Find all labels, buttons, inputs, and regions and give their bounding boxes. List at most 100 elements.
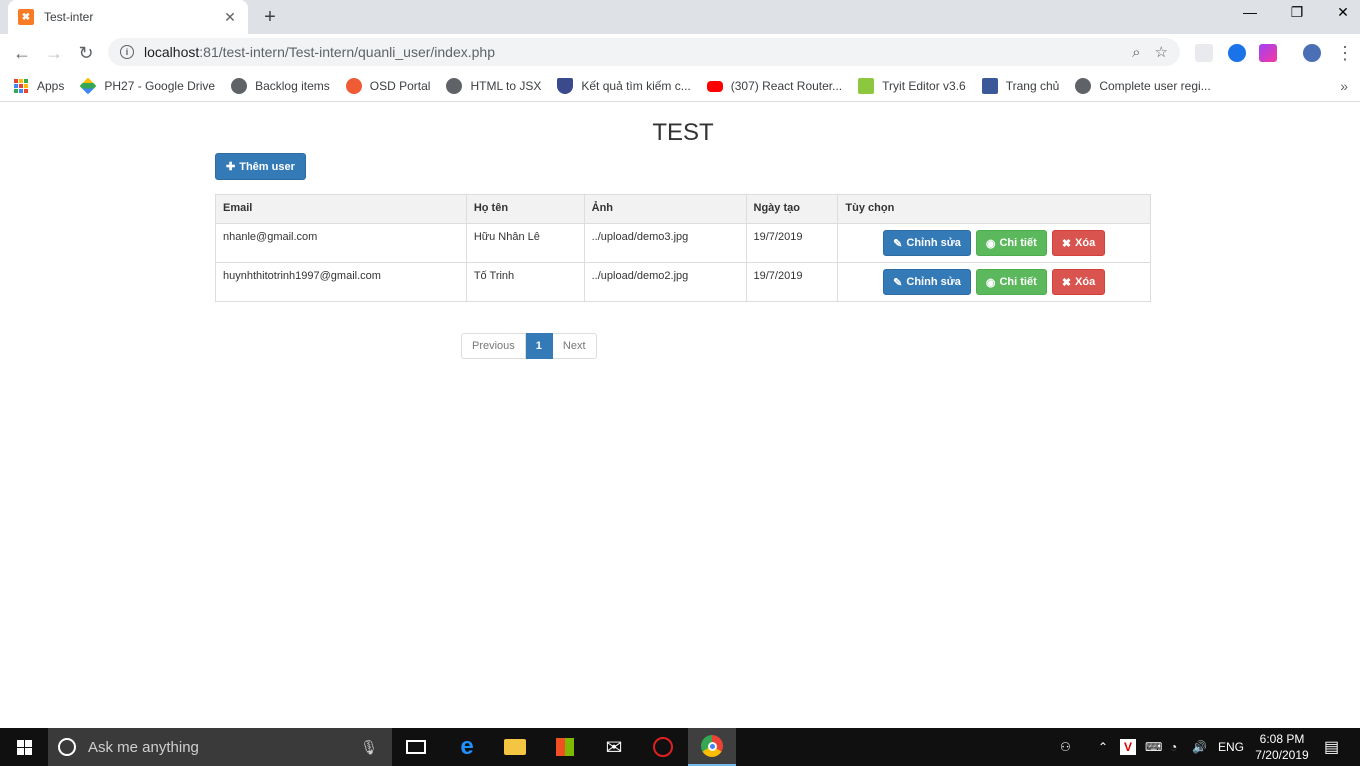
bookmark-google-drive[interactable]: PH27 - Google Drive [79, 77, 215, 95]
extension-globe-icon[interactable] [1228, 44, 1246, 62]
column-header-name: Họ tên [465, 194, 585, 224]
column-header-email: Email [215, 194, 467, 224]
plus-icon: ✚ [226, 161, 236, 173]
bookmark-html-to-jsx[interactable]: HTML to JSX [446, 78, 541, 94]
bookmark-search-results[interactable]: Kết quả tìm kiếm c... [557, 78, 691, 94]
notifications-icon[interactable]: ▤ [1324, 728, 1339, 766]
pagination-next[interactable]: Next [552, 333, 597, 359]
people-icon[interactable]: ⚇ [1060, 728, 1071, 766]
language-indicator[interactable]: ENG [1218, 728, 1244, 766]
reload-icon[interactable]: ↻ [74, 41, 98, 65]
edit-label: Chỉnh sửa [906, 237, 961, 249]
bookmark-star-icon[interactable]: ☆ [1155, 43, 1168, 61]
add-user-label: Thêm user [239, 160, 295, 173]
globe-icon [1075, 78, 1092, 94]
bookmark-label: Apps [37, 79, 65, 93]
volume-icon[interactable]: 🔊 [1192, 728, 1207, 766]
windows-logo-icon [16, 739, 32, 755]
circle-icon [345, 78, 362, 94]
bookmark-label: Trang chủ [1005, 79, 1060, 93]
taskbar-clock[interactable]: 6:08 PM 7/20/2019 [1246, 731, 1318, 763]
chrome-icon[interactable] [688, 728, 736, 766]
new-tab-button[interactable]: + [258, 6, 282, 29]
delete-label: Xóa [1075, 237, 1096, 249]
bookmark-react-router[interactable]: (307) React Router... [706, 79, 842, 93]
edit-button[interactable]: ✎ Chỉnh sửa [883, 230, 971, 256]
users-table: Email Họ tên Ảnh Ngày tạo Tùy chọn nhanl… [215, 194, 1151, 302]
mail-icon[interactable]: ✉ [590, 728, 638, 766]
url-text[interactable]: localhost:81/test-intern/Test-intern/qua… [144, 44, 1118, 60]
minimize-button[interactable]: — [1240, 4, 1260, 20]
close-window-button[interactable]: ✕ [1333, 4, 1353, 21]
edge-icon[interactable]: e [443, 728, 491, 766]
menu-kebab-icon[interactable]: ⋮ [1333, 41, 1357, 65]
cell-actions: ✎ Chỉnh sửa ◉ Chi tiết ✖ Xóa [837, 223, 1151, 263]
chevron-up-icon[interactable]: ⌃ [1098, 728, 1108, 766]
bookmark-complete-user[interactable]: Complete user regi... [1075, 78, 1211, 94]
taskbar-search[interactable]: Ask me anything 🎙 [48, 728, 392, 766]
cell-created: 19/7/2019 [745, 262, 839, 302]
clock-time: 6:08 PM [1259, 732, 1305, 746]
cell-image: ../upload/demo3.jpg [583, 223, 747, 263]
info-icon[interactable]: i [120, 45, 134, 59]
edit-icon: ✎ [893, 237, 903, 250]
url-path: :81/test-intern/Test-intern/quanli_user/… [199, 44, 495, 60]
maximize-button[interactable]: ❐ [1287, 4, 1307, 21]
tab-close-icon[interactable]: ✕ [222, 9, 238, 26]
extension-feather-icon[interactable] [1259, 44, 1277, 62]
cortana-icon [58, 738, 76, 756]
youtube-icon [706, 80, 723, 92]
bookmarks-overflow-icon[interactable]: » [1340, 78, 1348, 94]
page-content: TEST ✚ Thêm user Email Họ tên Ảnh Ngày t… [0, 103, 1360, 728]
detail-label: Chi tiết [999, 237, 1037, 249]
security-app-icon[interactable] [639, 728, 687, 766]
bookmark-label: OSD Portal [369, 79, 431, 93]
facebook-icon [981, 78, 998, 94]
antivirus-icon[interactable]: V [1120, 728, 1136, 766]
bookmark-backlog[interactable]: Backlog items [231, 78, 330, 94]
add-user-button[interactable]: ✚ Thêm user [215, 153, 306, 180]
profile-avatar[interactable] [1303, 44, 1321, 62]
task-view-icon[interactable] [392, 728, 440, 766]
browser-toolbar: ← → ↻ i localhost:81/test-intern/Test-in… [0, 34, 1360, 71]
delete-button[interactable]: ✖ Xóa [1051, 269, 1106, 295]
w3schools-icon [858, 78, 875, 94]
edit-button[interactable]: ✎ Chỉnh sửa [883, 269, 971, 295]
address-bar[interactable]: i localhost:81/test-intern/Test-intern/q… [108, 38, 1180, 66]
extension-icon[interactable] [1195, 44, 1213, 62]
store-icon[interactable] [541, 728, 589, 766]
bookmark-osd-portal[interactable]: OSD Portal [345, 78, 431, 94]
cell-email: huynhthitotrinh1997@gmail.com [215, 262, 467, 302]
globe-icon [231, 78, 248, 94]
detail-button[interactable]: ◉ Chi tiết [975, 230, 1047, 256]
detail-button[interactable]: ◉ Chi tiết [975, 269, 1047, 295]
clock-date: 7/20/2019 [1255, 748, 1309, 762]
column-header-created: Ngày tạo [745, 194, 839, 224]
column-header-options: Tùy chọn [837, 194, 1151, 224]
pagination-previous[interactable]: Previous [461, 333, 526, 359]
url-host: localhost [144, 44, 200, 60]
pagination-page-1[interactable]: 1 [525, 333, 553, 359]
bookmark-tryit-editor[interactable]: Tryit Editor v3.6 [858, 78, 966, 94]
bookmark-label: HTML to JSX [470, 79, 542, 93]
zoom-icon[interactable]: ⌕ [1132, 44, 1140, 61]
browser-tab[interactable]: ✖ Test-inter ✕ [8, 0, 248, 34]
start-button[interactable] [0, 728, 48, 766]
ime-icon[interactable]: ⌨ [1145, 728, 1162, 766]
file-explorer-icon[interactable] [491, 728, 539, 766]
wifi-icon[interactable]: ◔ [1170, 728, 1177, 766]
table-header-row: Email Họ tên Ảnh Ngày tạo Tùy chọn [215, 194, 1151, 224]
tab-strip: ✖ Test-inter ✕ + — ❐ ✕ [0, 0, 1360, 34]
cell-name: Hữu Nhân Lê [465, 223, 585, 263]
forward-arrow-icon[interactable]: → [42, 41, 66, 65]
delete-button[interactable]: ✖ Xóa [1051, 230, 1106, 256]
bookmark-label: Kết quả tìm kiếm c... [581, 79, 691, 93]
detail-label: Chi tiết [999, 276, 1037, 288]
cell-name: Tố Trinh [465, 262, 585, 302]
microphone-icon[interactable]: 🎙 [360, 739, 378, 756]
tab-title: Test-inter [44, 10, 94, 24]
eye-icon: ◉ [985, 276, 996, 289]
bookmark-apps[interactable]: Apps [14, 79, 64, 93]
back-arrow-icon[interactable]: ← [10, 41, 34, 65]
bookmark-trang-chu[interactable]: Trang chủ [981, 78, 1060, 94]
